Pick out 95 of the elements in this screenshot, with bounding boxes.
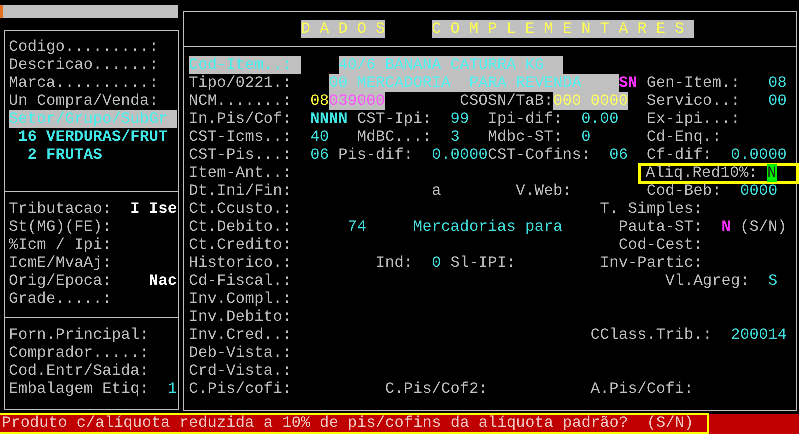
field-label: IcmE/MvaAj: [9,254,112,272]
field-label: Ex-ipi...: [646,110,740,128]
field-value: 40 [310,128,330,146]
field-value: Nac [149,272,178,290]
field-label: Marca..........: [9,74,159,92]
field-value: NNNN [310,110,348,128]
field-value: 08 [768,74,788,92]
field-value: 0.00 [581,110,619,128]
field-label: C.Pis/Cof2: [385,380,488,398]
field-label: Ind: [376,254,414,272]
field-label: Cd-Enq.: [646,128,722,146]
field-value: 16 VERDURAS/FRUT [18,128,168,146]
field-label: Cod.Entr/Saida: [9,362,150,380]
field-label: CST-Ipi: [357,110,432,128]
field-label: Forn.Principal: [9,326,150,344]
field-value: 200014 [730,326,788,344]
field-value: 40/6 BANANA CATURRA KG [338,56,563,74]
field-label: Orig/Epoca: [9,272,112,290]
field-label: Sl-IPI: [450,254,516,272]
field-value: I Ise [130,200,178,218]
field-label: Aliq.Red10%: [646,164,758,182]
field-label: Pis-dif: [338,146,414,164]
field-label: Tributacao: [9,200,112,218]
field-value: 00 [768,92,788,110]
field-label: Ct.Ccusto.: [189,200,292,218]
field-value: 0.0000 [432,146,488,164]
field-value: a [432,182,442,200]
field-label: Cod-Item..: [189,56,302,74]
field-label: CClass.Trib.: [590,326,712,344]
field-label: Comprador.....: [9,344,150,362]
field-label: Cod-Cest: [618,236,703,254]
field-value: Mercadorias para [413,218,563,236]
field-value: SN [618,74,638,92]
panel-title: D A D O S [301,20,386,38]
field-label: Inv.Debito: [189,308,292,326]
panel-title: C O M P L E M E N T A R E S [432,20,694,38]
field-label: T. Simples: [600,200,703,218]
field-label: CST-Pis...: [189,146,292,164]
field-label: Item-Ant..: [189,164,292,182]
field-label: Deb-Vista.: [189,344,292,362]
field-label: Inv.Cred..: [189,326,292,344]
field-label: Ct.Debito.: [189,218,292,236]
field-label: V.Web: [516,182,572,200]
field-label: A.Pis/Cofi: [590,380,694,398]
field-label: Dt.Ini/Fin: [189,182,292,200]
field-value: 00 MERCADORIA PARA REVENDA [329,74,619,92]
field-value: 74 [348,218,367,236]
field-value: 039000 [329,92,386,110]
field-value: 06 [609,146,628,164]
field-label: In.Pis/Cof: [189,110,292,128]
field-label: Mdbc-ST: [488,128,563,146]
field-value: S [768,272,778,290]
field-label: Cf-dif: [646,146,712,164]
field-label: Codigo.........: [9,38,159,56]
field-label: Inv.Compl.: [189,290,292,308]
field-label: NCM.......: [189,92,292,110]
field-label: MdBC...: [357,128,432,146]
field-label: Cd-Fiscal.: [189,272,292,290]
field-label: Embalagem Etiq: [9,380,150,398]
field-value: 0 [581,128,591,146]
field-label: CST-Cofins: [488,146,591,164]
input-field[interactable]: N [767,164,777,182]
field-value: N [722,218,731,236]
field-label: CSOSN/TaB: [460,92,554,110]
field-label: Inv-Partic: [600,254,703,272]
field-label: Tipo/0221.: [189,74,292,92]
field-label: Setor/Grupo/SubGr [9,110,178,128]
field-label: St(MG)(FE): [9,218,112,236]
field-label: Ct.Credito: [189,236,292,254]
field-label: Vl.Agreg: [666,272,750,290]
field-value: 0000 [740,182,778,200]
field-label: C.Pis/cofi: [189,380,292,398]
field-value: 1 [168,380,178,398]
field-value: 000 0000 [553,92,628,110]
field-value: (S/N) [740,218,788,236]
field-label: Gen-Item.: [646,74,740,92]
field-value: 08 [310,92,330,110]
field-label: Ipi-dif: [488,110,563,128]
field-value: 3 [450,128,460,146]
field-label: Descricao......: [9,56,159,74]
field-value: 0 [432,254,442,272]
field-label: %Icm / Ipi: [9,236,112,254]
field-value: 0.0000 [730,146,788,164]
field-value: 2 FRUTAS [28,146,102,164]
field-label: Historico.: [189,254,292,272]
field-label: Pauta-ST: [618,218,703,236]
field-label: Un Compra/Venda: [9,92,159,110]
field-label: CST-Icms..: [189,128,292,146]
status-message: Produto c/alíquota reduzida a 10% de pis/cofins da alíquota padrão? (S/N) [0,413,709,434]
field-label: Crd-Vista.: [189,362,292,380]
field-label: Grade.....: [9,290,112,308]
field-value: 99 [450,110,470,128]
field-value: 06 [310,146,330,164]
field-label: Servico..: [646,92,740,110]
field-label: Cod-Beb: [646,182,722,200]
